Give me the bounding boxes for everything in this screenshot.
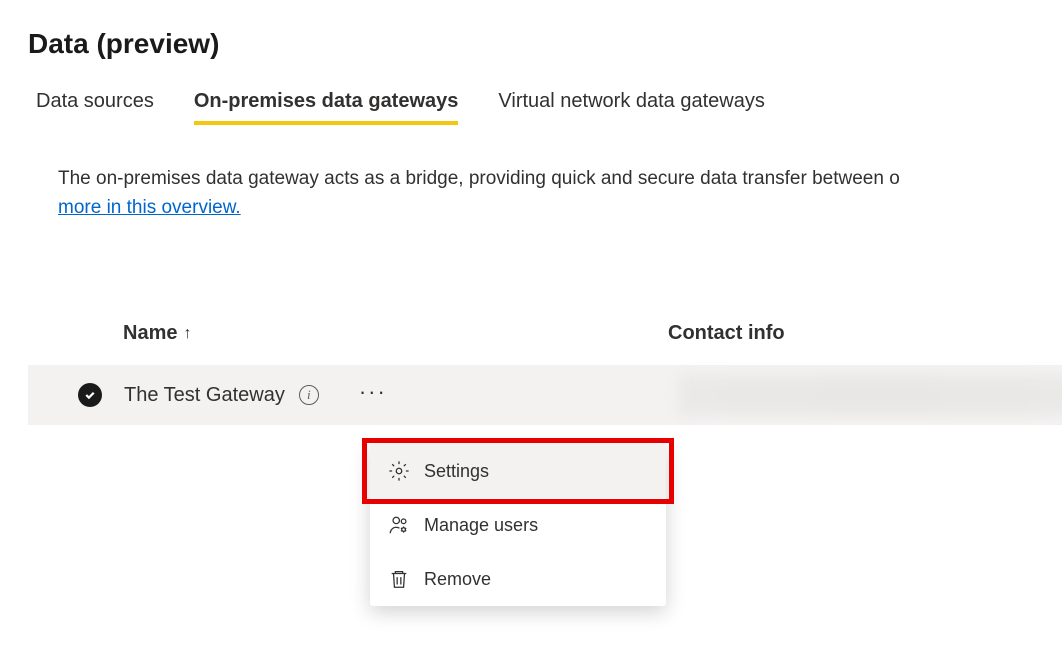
column-header-name[interactable]: Name ↑	[123, 322, 668, 345]
tab-on-premises-gateways[interactable]: On-premises data gateways	[194, 90, 459, 125]
gateway-name: The Test Gateway	[124, 384, 285, 407]
tab-virtual-network-gateways[interactable]: Virtual network data gateways	[498, 90, 764, 125]
info-icon[interactable]: i	[299, 385, 319, 405]
trash-icon	[388, 568, 410, 590]
menu-label-remove: Remove	[424, 569, 491, 590]
table-row[interactable]: The Test Gateway i ···	[28, 365, 1062, 425]
gear-icon	[388, 460, 410, 482]
tab-data-sources[interactable]: Data sources	[36, 90, 154, 125]
row-select-checkmark-icon[interactable]	[78, 383, 102, 407]
description-text: The on-premises data gateway acts as a b…	[58, 168, 900, 189]
more-options-icon[interactable]: ···	[359, 381, 387, 403]
tab-description: The on-premises data gateway acts as a b…	[28, 165, 1062, 222]
column-header-contact[interactable]: Contact info	[668, 322, 1062, 345]
column-name-label: Name	[123, 322, 177, 345]
context-menu: Settings Manage users Remove	[370, 444, 666, 606]
menu-label-manage-users: Manage users	[424, 515, 538, 536]
menu-item-manage-users[interactable]: Manage users	[370, 498, 666, 552]
users-icon	[388, 514, 410, 536]
menu-item-remove[interactable]: Remove	[370, 552, 666, 606]
tabs-container: Data sources On-premises data gateways V…	[28, 90, 1062, 125]
description-link[interactable]: more in this overview.	[58, 197, 241, 218]
sort-ascending-icon: ↑	[183, 325, 191, 343]
menu-item-settings[interactable]: Settings	[370, 444, 666, 498]
contact-info-redacted	[678, 375, 1062, 415]
page-title: Data (preview)	[28, 28, 1062, 60]
menu-label-settings: Settings	[424, 461, 489, 482]
table-header: Name ↑ Contact info	[28, 322, 1062, 365]
